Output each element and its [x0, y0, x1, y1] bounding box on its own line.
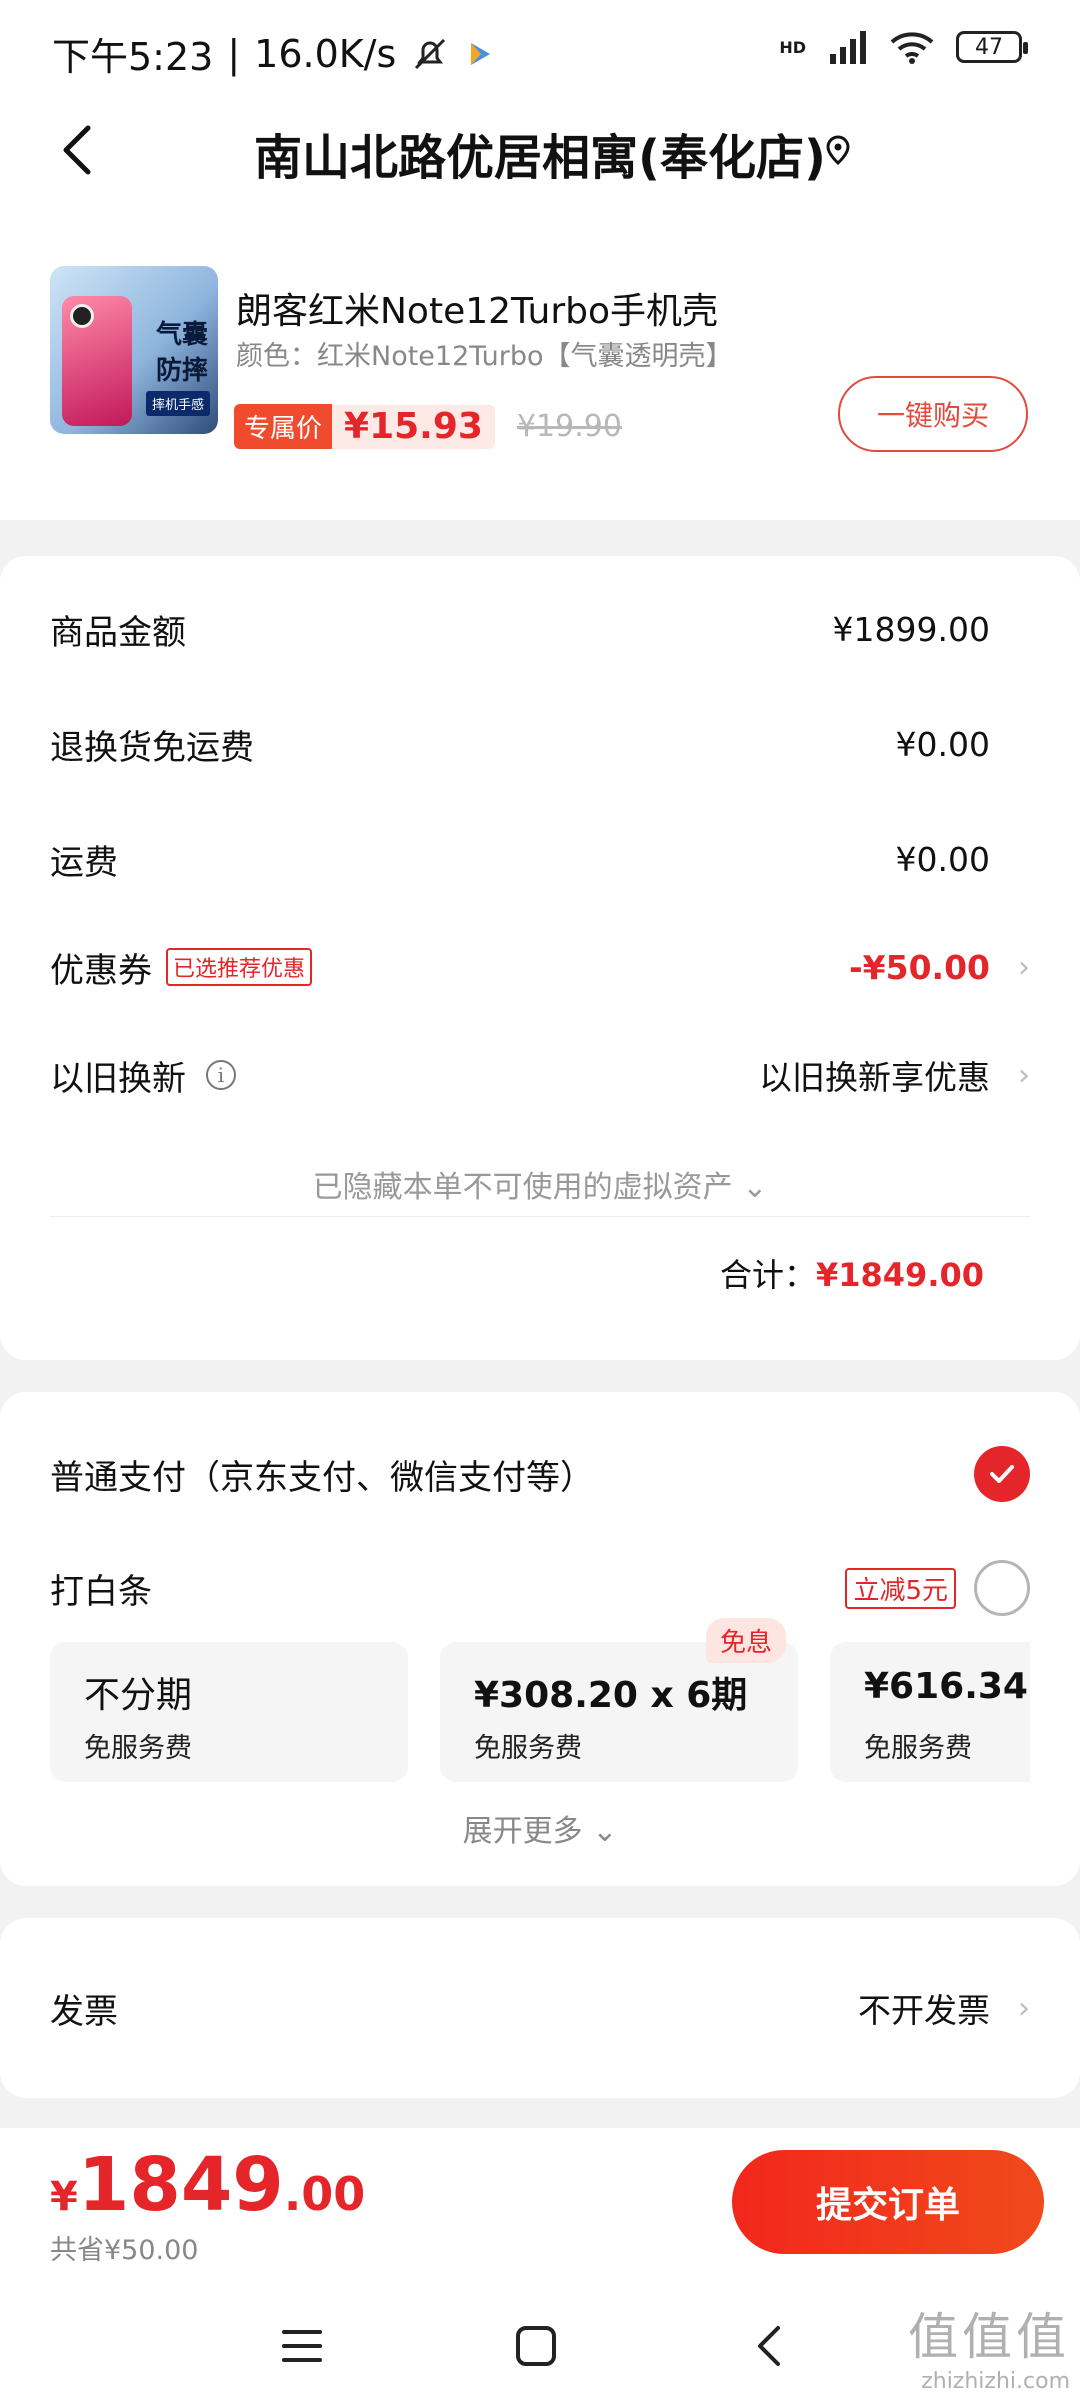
order-summary-card: 商品金额 ¥1899.00 退换货免运费 ¥0.00 运费 ¥0.00 优惠券 …	[0, 556, 1080, 1360]
interest-free-badge: 免息	[706, 1618, 787, 1663]
total-label: 合计：	[719, 1256, 816, 1294]
hd-label: HD	[779, 37, 806, 57]
summary-value: ¥0.00	[895, 839, 990, 879]
total-value: ¥1849.00	[815, 1256, 984, 1294]
payment-option-label: 普通支付（京东支付、微信支付等）	[50, 1457, 594, 1498]
radio-unchecked-icon[interactable]	[974, 1560, 1030, 1616]
price-decimal: .00	[283, 2167, 366, 2221]
plan-sub: 免服务费	[474, 1733, 582, 1764]
mute-bell-icon	[415, 38, 446, 69]
info-icon[interactable]: i	[206, 1060, 236, 1090]
summary-row-shipping: 运费 ¥0.00	[50, 834, 1030, 884]
status-left: 下午5:23 | 16.0K/s	[52, 26, 494, 81]
summary-row-trade-in[interactable]: 以旧换新 i 以旧换新享优惠 ›	[50, 1050, 1030, 1100]
summary-label: 退换货免运费	[50, 727, 254, 768]
chevron-down-icon: ⌄	[592, 1814, 618, 1849]
thumb-tag: 摔机手感	[145, 391, 210, 416]
thumb-text-2: 防摔	[155, 356, 208, 386]
exclusive-price: ¥15.93	[332, 404, 495, 449]
battery-level: 47	[975, 34, 1003, 60]
trade-in-value: 以旧换新享优惠	[759, 1058, 990, 1097]
menu-icon[interactable]	[272, 2316, 332, 2376]
coupon-tag: 已选推荐优惠	[166, 948, 313, 986]
invoice-value: 不开发票	[858, 1991, 990, 2030]
thumb-camera-graphic	[70, 304, 94, 328]
status-bar: 下午5:23 | 16.0K/s HD 47	[0, 0, 1080, 100]
installment-plan[interactable]: ¥308.20 x 6期 免服务费	[440, 1642, 798, 1782]
thumb-text-1: 气囊	[155, 320, 208, 350]
plan-sub: 免服务费	[84, 1733, 192, 1764]
home-icon[interactable]	[506, 2316, 566, 2376]
status-right: HD 47	[779, 30, 1028, 64]
store-title[interactable]: 南山北路优居相寓(奉化店)	[0, 118, 1080, 188]
summary-value: ¥0.00	[895, 724, 990, 764]
system-nav-bar: 值值值 zhizhizhi.com	[0, 2290, 1080, 2400]
summary-label: 运费	[50, 842, 118, 883]
hidden-assets-note[interactable]: 已隐藏本单不可使用的虚拟资产 ⌄	[0, 1162, 1080, 1206]
product-spec: 颜色：红米Note12Turbo【气囊透明壳】	[236, 341, 733, 372]
total-row: 合计：¥1849.00	[720, 1250, 984, 1296]
chevron-right-icon: ›	[1018, 1057, 1030, 1093]
invoice-card[interactable]: 发票 不开发票 ›	[0, 1918, 1080, 2098]
status-net-speed: 16.0K/s	[254, 31, 397, 76]
chevron-right-icon: ›	[1018, 949, 1030, 985]
product-card[interactable]: 气囊 防摔 摔机手感 朗客红米Note12Turbo手机壳 颜色：红米Note1…	[0, 240, 1080, 470]
nav-back-icon[interactable]	[740, 2316, 800, 2376]
divider	[50, 1216, 1030, 1217]
payment-option-normal[interactable]: 普通支付（京东支付、微信支付等）	[50, 1444, 1030, 1504]
watermark-logo: 值值值	[908, 2308, 1070, 2366]
installment-plan[interactable]: ¥616.34 x 免服务费	[830, 1642, 1030, 1782]
wifi-icon	[890, 32, 934, 64]
app-play-icon	[471, 42, 491, 65]
invoice-row[interactable]: 发票 不开发票 ›	[50, 1980, 1030, 2036]
check-icon[interactable]	[974, 1446, 1030, 1502]
summary-label: 商品金额	[50, 612, 186, 653]
price-currency: ¥	[50, 2174, 78, 2220]
exclusive-price-badge: 专属价	[234, 404, 333, 449]
battery-indicator: 47	[956, 31, 1028, 63]
product-name: 朗客红米Note12Turbo手机壳	[236, 291, 719, 332]
product-price-row: 专属价 ¥15.93 ¥19.90	[234, 404, 622, 449]
summary-row-coupon[interactable]: 优惠券 已选推荐优惠 -¥50.00 ›	[50, 942, 1030, 992]
title-bar: 南山北路优居相寓(奉化店)	[0, 100, 1080, 200]
coupon-value: -¥50.00	[848, 947, 990, 987]
summary-row-return-shipping: 退换货免运费 ¥0.00	[50, 719, 1030, 769]
payment-option-label: 打白条	[50, 1571, 152, 1612]
saved-amount: 共省¥50.00	[50, 2235, 199, 2266]
signal-icon	[830, 31, 866, 64]
chevron-right-icon: ›	[1018, 1990, 1030, 2026]
status-time: 下午5:23	[52, 35, 214, 79]
summary-value: ¥1899.00	[832, 609, 990, 649]
plan-sub: 免服务费	[864, 1733, 972, 1764]
summary-label: 以旧换新	[50, 1058, 186, 1099]
installment-plan[interactable]: 不分期 免服务费	[50, 1642, 408, 1782]
final-price: ¥1849.00	[50, 2142, 365, 2228]
original-price: ¥19.90	[516, 409, 622, 444]
summary-label: 优惠券	[50, 950, 152, 991]
payment-card: 普通支付（京东支付、微信支付等） 打白条 立减5元 不分期 免服务费 ¥308.…	[0, 1392, 1080, 1886]
one-click-buy-button[interactable]: 一键购买	[838, 376, 1028, 452]
summary-row-goods-amount: 商品金额 ¥1899.00	[50, 604, 1030, 654]
price-integer: 1849	[77, 2142, 284, 2228]
hidden-assets-text: 已隐藏本单不可使用的虚拟资产	[312, 1170, 733, 1205]
bottom-bar: ¥1849.00 共省¥50.00 提交订单 值值值 zhizhizhi.com	[0, 2128, 1080, 2400]
location-pin-icon[interactable]	[822, 134, 854, 166]
top-area: 下午5:23 | 16.0K/s HD 47 南山北路优居相寓(奉化店) 气囊 …	[0, 0, 1080, 520]
baitiao-discount-tag: 立减5元	[845, 1567, 956, 1609]
plan-title: 不分期	[84, 1675, 193, 1716]
watermark-url: zhizhizhi.com	[921, 2369, 1070, 2394]
plan-title: ¥616.34 x	[864, 1666, 1030, 1707]
expand-more-text: 展开更多	[462, 1814, 583, 1849]
plan-title: ¥308.20 x 6期	[474, 1675, 748, 1716]
installment-plans[interactable]: 不分期 免服务费 ¥308.20 x 6期 免服务费 ¥616.34 x 免服务…	[50, 1642, 1030, 1782]
expand-more[interactable]: 展开更多 ⌄	[0, 1806, 1080, 1850]
status-separator: |	[227, 31, 241, 76]
product-thumbnail[interactable]: 气囊 防摔 摔机手感	[50, 266, 218, 434]
submit-order-button[interactable]: 提交订单	[732, 2150, 1044, 2254]
chevron-down-icon: ⌄	[742, 1170, 768, 1205]
invoice-label: 发票	[50, 1991, 118, 2032]
watermark: 值值值 zhizhizhi.com	[908, 2297, 1070, 2394]
payment-option-baitiao[interactable]: 打白条 立减5元	[50, 1558, 1030, 1618]
